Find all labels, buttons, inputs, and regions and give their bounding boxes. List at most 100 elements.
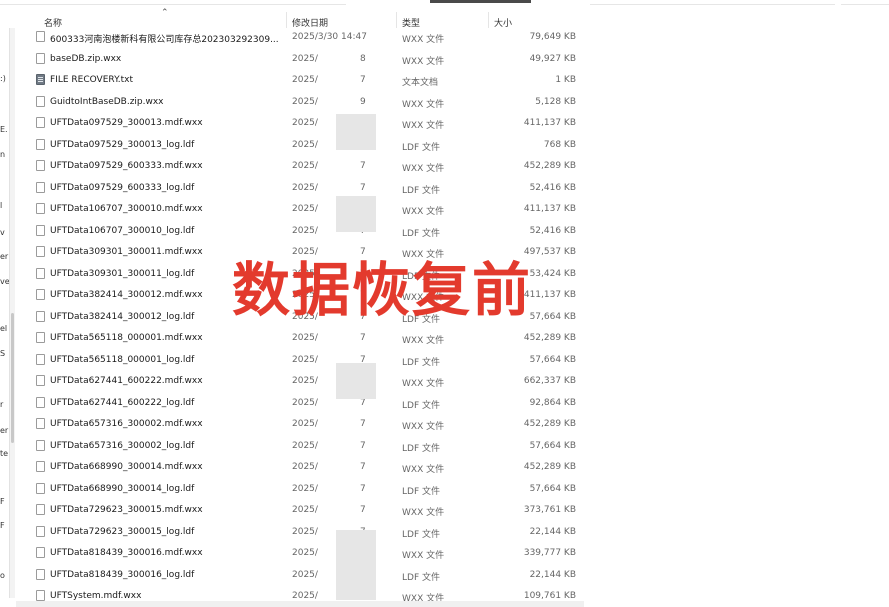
file-type: WXX 文件 xyxy=(402,508,445,518)
file-row[interactable]: baseDB.zip.wxx 2025/8 WXX 文件 49,927 KB xyxy=(16,48,584,70)
toolbar-segment xyxy=(0,0,346,5)
file-size: 373,761 KB xyxy=(523,505,576,515)
file-row[interactable]: UFTData627441_600222.mdf.wxx2025/7WXX 文件… xyxy=(16,370,584,392)
file-name: UFTData668990_300014_log.ldf xyxy=(50,483,195,494)
file-size: 452,289 KB xyxy=(523,333,576,343)
sort-ascending-icon: ⌃ xyxy=(161,8,169,18)
file-date: 2025/ xyxy=(292,354,318,365)
file-type: WXX 文件 xyxy=(402,99,445,110)
file-icon xyxy=(36,224,45,236)
file-time: 7 xyxy=(360,419,366,429)
nav-item[interactable]: te xyxy=(0,449,8,458)
file-size: 768 KB xyxy=(543,139,576,150)
file-type: WXX 文件 xyxy=(402,465,445,475)
file-type: WXX 文件 xyxy=(402,164,445,174)
nav-item[interactable]: o xyxy=(0,571,5,580)
file-name: UFTData097529_600333.mdf.wxx xyxy=(50,161,203,171)
nav-scrollbar[interactable] xyxy=(9,28,15,598)
file-row[interactable]: UFTData818439_300016_log.ldf2025/7LDF 文件… xyxy=(16,564,584,586)
file-name: UFTData657316_300002.mdf.wxx xyxy=(50,419,203,429)
nav-item[interactable]: el xyxy=(0,324,7,333)
file-row[interactable]: UFTData097529_600333.mdf.wxx 2025/7 WXX 文件… xyxy=(16,155,584,177)
file-icon xyxy=(36,181,45,193)
file-row[interactable]: UFTData729623_300015_log.ldf2025/7LDF 文件… xyxy=(16,521,584,543)
file-size: 22,144 KB xyxy=(529,526,576,537)
file-row[interactable]: UFTData818439_300016.mdf.wxx2025/7WXX 文件… xyxy=(16,542,584,564)
file-row[interactable]: UFTData657316_300002_log.ldf 2025/7 LDF 文件… xyxy=(16,435,584,457)
empty-area xyxy=(584,8,889,607)
file-time: 7 xyxy=(360,161,366,171)
file-date: 2025/ xyxy=(292,440,318,451)
file-date: 2025/ xyxy=(292,483,318,494)
file-row[interactable]: UFTData565118_000001_log.ldf 2025/7 LDF 文件… xyxy=(16,349,584,371)
file-date: 2025/ xyxy=(292,569,318,580)
file-icon xyxy=(36,439,45,451)
file-name: baseDB.zip.wxx xyxy=(50,53,122,64)
file-icon xyxy=(36,117,45,128)
file-row[interactable]: UFTData668990_300014.mdf.wxx 2025/7 WXX 文件… xyxy=(16,456,584,478)
file-type: LDF 文件 xyxy=(402,529,440,540)
nav-item[interactable]: F xyxy=(0,521,5,530)
file-row[interactable]: UFTData565118_000001.mdf.wxx 2025/7 WXX 文件… xyxy=(16,327,584,349)
file-row[interactable]: UFTData627441_600222_log.ldf 2025/7 LDF 文件… xyxy=(16,392,584,414)
file-type: LDF 文件 xyxy=(402,142,440,153)
nav-item[interactable]: v xyxy=(0,228,5,237)
file-row[interactable]: UFTData097529_300013_log.ldf2025/7LDF 文件… xyxy=(16,134,584,156)
file-size: 411,137 KB xyxy=(523,118,576,128)
file-icon xyxy=(36,525,45,537)
file-name: UFTData729623_300015_log.ldf xyxy=(50,526,195,537)
nav-item[interactable]: F xyxy=(0,497,5,506)
file-size: 92,864 KB xyxy=(529,397,576,408)
file-row[interactable]: UFTData106707_300010.mdf.wxx2025/7WXX 文件… xyxy=(16,198,584,220)
file-row[interactable]: UFTData668990_300014_log.ldf 2025/7 LDF 文件… xyxy=(16,478,584,500)
active-tab-indicator xyxy=(430,0,531,3)
file-row[interactable]: UFTData106707_300010_log.ldf2025/7LDF 文件… xyxy=(16,220,584,242)
file-name: UFTData729623_300015.mdf.wxx xyxy=(50,505,203,515)
file-size: 52,416 KB xyxy=(529,225,576,236)
nav-item[interactable]: E. xyxy=(0,125,8,134)
file-name: UFTData097529_600333_log.ldf xyxy=(50,182,195,193)
file-row[interactable]: UFTData729623_300015.mdf.wxx 2025/7 WXX 文件… xyxy=(16,499,584,521)
file-date: 2025/ xyxy=(292,397,318,408)
file-icon xyxy=(36,418,45,429)
file-size: 452,289 KB xyxy=(523,419,576,429)
file-row[interactable]: UFTData657316_300002.mdf.wxx 2025/7 WXX 文件… xyxy=(16,413,584,435)
nav-item[interactable]: er xyxy=(0,426,8,435)
file-date: 2025/ xyxy=(292,161,318,171)
file-row[interactable]: GuidtoIntBaseDB.zip.wxx 2025/9 WXX 文件 5,128… xyxy=(16,91,584,113)
file-size: 109,761 KB xyxy=(523,591,576,601)
file-size: 452,289 KB xyxy=(523,161,576,171)
file-icon xyxy=(36,353,45,365)
file-row[interactable]: UFTData097529_300013.mdf.wxx2025/7WXX 文件… xyxy=(16,112,584,134)
nav-item[interactable]: :) xyxy=(0,74,6,83)
file-row[interactable]: 600333河南泡楼新科有限公司库存总202303292309... 2025/3… xyxy=(16,26,584,48)
file-name: UFTData309301_300011.mdf.wxx xyxy=(50,247,203,257)
file-name: UFTData657316_300002_log.ldf xyxy=(50,440,195,451)
file-icon xyxy=(36,95,45,107)
nav-item[interactable]: n xyxy=(0,150,5,159)
scrollbar-thumb[interactable] xyxy=(11,313,14,443)
file-size: 662,337 KB xyxy=(523,376,576,386)
horizontal-scrollbar[interactable] xyxy=(16,601,584,607)
nav-item[interactable]: l xyxy=(0,201,2,210)
file-icon xyxy=(36,568,45,580)
file-row[interactable]: UFTData097529_600333_log.ldf 2025/7 LDF 文件… xyxy=(16,177,584,199)
file-date: 2025/ xyxy=(292,333,318,343)
nav-item[interactable]: er xyxy=(0,252,8,261)
file-type: WXX 文件 xyxy=(402,422,445,432)
file-date: 2025/ xyxy=(292,591,318,601)
redaction-block xyxy=(336,363,376,399)
file-name: GuidtoIntBaseDB.zip.wxx xyxy=(50,96,164,107)
file-size: 57,664 KB xyxy=(529,483,576,494)
file-row[interactable]: FILE RECOVERY.txt 2025/7 文本文档 1 KB xyxy=(16,69,584,91)
file-type: LDF 文件 xyxy=(402,486,440,497)
nav-item[interactable]: r xyxy=(0,400,3,409)
file-icon xyxy=(36,138,45,150)
file-icon xyxy=(36,289,45,300)
file-icon xyxy=(36,52,45,64)
file-icon xyxy=(36,310,45,322)
file-time: 7 xyxy=(360,182,366,193)
nav-item[interactable]: S xyxy=(0,349,5,358)
redaction-block xyxy=(336,530,376,600)
file-name: FILE RECOVERY.txt xyxy=(50,75,133,85)
